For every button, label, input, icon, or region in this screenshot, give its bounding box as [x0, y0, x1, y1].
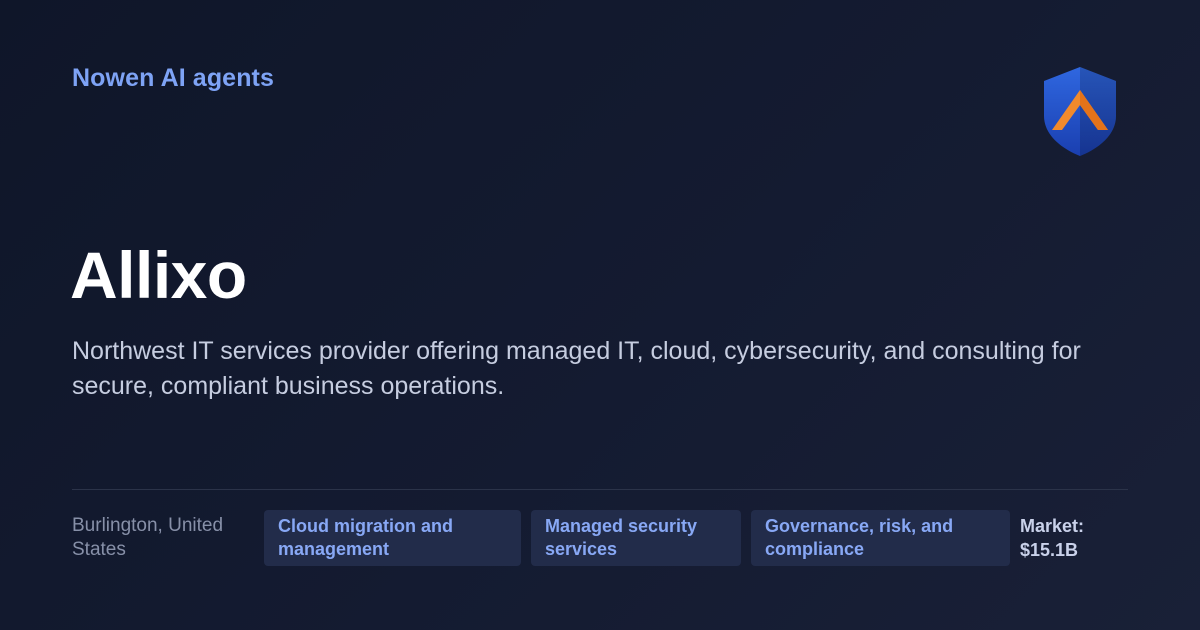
- brand-name: Nowen AI agents: [72, 64, 274, 92]
- divider: [72, 489, 1128, 490]
- company-name: Allixo: [70, 238, 247, 312]
- tag-managed-security: Managed security services: [531, 510, 741, 566]
- shield-chevron-icon: [1044, 67, 1116, 156]
- tag-governance-risk-compliance: Governance, risk, and compliance: [751, 510, 1010, 566]
- company-location: Burlington, United States: [72, 515, 224, 560]
- company-description: Northwest IT services provider offering …: [72, 337, 1081, 400]
- tag-cloud-migration: Cloud migration and management: [264, 510, 521, 566]
- market-size: Market: $15.1B: [1020, 516, 1085, 560]
